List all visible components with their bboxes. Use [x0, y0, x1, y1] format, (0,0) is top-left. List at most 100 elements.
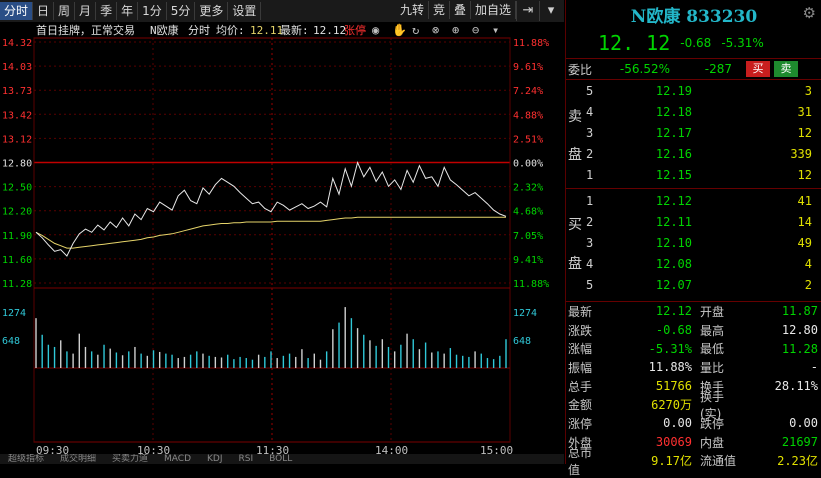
refresh-icon[interactable]: ↻ — [412, 23, 419, 37]
period-tab-week[interactable]: 周 — [54, 2, 76, 20]
volume-tick: 648 — [513, 336, 531, 347]
stat-value: 11.87 — [781, 304, 818, 319]
stat-label: 金额 — [568, 398, 593, 413]
settings-button[interactable]: 设置 — [228, 2, 262, 20]
ask-level: 1 — [586, 167, 594, 182]
stat-label: 总手 — [568, 379, 593, 394]
bid-volume: 2 — [804, 277, 812, 292]
stat-row: 涨停 0.00 跌停 0.00 — [566, 414, 821, 433]
percent-tick: 9.61% — [513, 62, 543, 73]
period-tab-year[interactable]: 年 — [117, 2, 139, 20]
add-watchlist-button[interactable]: 加自选 — [471, 1, 516, 19]
indicator-tab[interactable]: RSI — [231, 454, 262, 464]
sell-button[interactable]: 卖 — [774, 61, 798, 77]
book-divider — [566, 188, 821, 189]
chart-toolbar: 分时 日 周 月 季 年 1分 5分 更多 设置 九转 竞 叠 加自选 ⇥ ▾ — [0, 0, 564, 23]
order-ratio-row: 委比 -56.52% -287 买 卖 — [566, 58, 821, 80]
ask-level: 4 — [586, 104, 594, 119]
price-tick: 12.50 — [2, 183, 32, 194]
intraday-chart[interactable]: 14.32 14.03 13.73 13.42 13.12 12.80 12.50 12.20… — [0, 22, 564, 464]
indicator-tab[interactable]: 成交明细 — [52, 454, 104, 464]
stat-label: 开盘 — [700, 304, 725, 319]
percent-tick: 4.88% — [513, 110, 543, 121]
stat-row: 振幅 11.88% 量比 - — [566, 358, 821, 377]
stat-label: 量比 — [700, 360, 725, 375]
current-price: 12. 12 — [598, 31, 671, 55]
bid-row[interactable]: 4 12.08 4 — [566, 253, 821, 274]
hand-icon[interactable]: ✋ — [392, 23, 407, 37]
stat-row: 总市值 9.17亿 流通值 2.23亿 — [566, 446, 821, 477]
gear-icon[interactable]: ⚙ — [803, 4, 816, 22]
period-tab-quarter[interactable]: 季 — [96, 2, 118, 20]
stat-value: 0.00 — [663, 416, 692, 431]
volume-tick: 1274 — [2, 308, 26, 319]
overlay-button[interactable]: 叠 — [450, 1, 471, 19]
ask-price: 12.15 — [655, 167, 692, 182]
period-tab-month[interactable]: 月 — [75, 2, 97, 20]
dropdown-icon[interactable]: ▾ — [492, 23, 499, 37]
ask-level: 2 — [586, 146, 594, 161]
zoom-in-icon[interactable]: ⊕ — [452, 23, 459, 37]
price-summary: 12. 12 -0.68 -5.31% — [566, 30, 821, 56]
percent-tick: 2.51% — [513, 134, 543, 145]
ask-level: 3 — [586, 125, 594, 140]
stat-value: 2.23亿 — [777, 454, 818, 469]
close-icon[interactable]: ⊗ — [432, 23, 439, 37]
buy-button[interactable]: 买 — [746, 61, 770, 77]
order-ratio-value: -56.52% — [619, 62, 670, 76]
eye-icon[interactable]: ◉ — [372, 23, 379, 37]
bid-price: 12.11 — [655, 214, 692, 229]
more-button[interactable]: 更多 — [195, 2, 229, 20]
price-tick: 13.42 — [2, 110, 32, 121]
period-tab-intraday[interactable]: 分时 — [0, 2, 34, 20]
period-tab-5min[interactable]: 5分 — [167, 2, 196, 20]
ask-row[interactable]: 3 12.17 12 — [566, 122, 821, 143]
nine-turn-button[interactable]: 九转 — [396, 1, 429, 19]
indicator-tabs: 超级指标 成交明细 买卖力道 MACD KDJ RSI BOLL — [0, 454, 564, 464]
zoom-out-icon[interactable]: ⊖ — [472, 23, 479, 37]
stat-value: 12.12 — [655, 304, 692, 319]
price-change: -0.68 — [680, 36, 712, 50]
bid-level: 4 — [586, 256, 594, 271]
percent-tick: 2.32% — [513, 183, 543, 194]
bid-row[interactable]: 1 12.12 41 — [566, 190, 821, 211]
auction-button[interactable]: 竞 — [429, 1, 450, 19]
bid-row[interactable]: 3 12.10 49 — [566, 232, 821, 253]
period-tab-day[interactable]: 日 — [33, 2, 55, 20]
dropdown-icon[interactable]: ▾ — [539, 1, 562, 21]
indicator-tab[interactable]: BOLL — [261, 454, 300, 464]
quote-panel: N欧康 833230 ⚙ 12. 12 -0.68 -5.31% 委比 -56.… — [565, 0, 821, 477]
stock-title: N欧康 833230 — [630, 7, 758, 27]
stat-row: 涨幅 -5.31% 最低 11.28 — [566, 339, 821, 358]
ask-row[interactable]: 4 12.18 31 — [566, 101, 821, 122]
ask-row[interactable]: 5 12.19 3 — [566, 80, 821, 101]
stat-value: -0.68 — [655, 323, 692, 338]
stat-row: 金额 6270万 换手(实) — [566, 390, 821, 421]
stat-label: 涨跌 — [568, 323, 593, 338]
indicator-tab[interactable]: 超级指标 — [0, 454, 52, 464]
percent-tick: 4.68% — [513, 207, 543, 218]
bid-row[interactable]: 5 12.07 2 — [566, 274, 821, 295]
ask-row[interactable]: 1 12.15 12 — [566, 164, 821, 185]
bid-price: 12.10 — [655, 235, 692, 250]
collapse-panel-icon[interactable]: ⇥ — [516, 1, 539, 21]
ask-price: 12.18 — [655, 104, 692, 119]
stat-label: 最新 — [568, 304, 593, 319]
indicator-tab[interactable]: KDJ — [199, 454, 231, 464]
bid-row[interactable]: 2 12.11 14 — [566, 211, 821, 232]
price-tick: 12.20 — [2, 207, 32, 218]
price-tick: 14.32 — [2, 38, 32, 49]
bid-price: 12.12 — [655, 193, 692, 208]
stat-label: 振幅 — [568, 360, 593, 375]
indicator-tab[interactable]: MACD — [156, 454, 199, 464]
stat-value: 0.00 — [789, 416, 818, 431]
period-tab-1min[interactable]: 1分 — [138, 2, 167, 20]
price-tick: 14.03 — [2, 62, 32, 73]
stat-value: -5.31% — [648, 341, 692, 356]
ask-row[interactable]: 2 12.16 339 — [566, 143, 821, 164]
bid-volume: 41 — [797, 193, 812, 208]
indicator-tab[interactable]: 买卖力道 — [104, 454, 156, 464]
percent-tick: 11.88% — [513, 38, 549, 49]
percent-tick: 9.41% — [513, 255, 543, 266]
avg-price-value: 12.11 — [250, 24, 283, 37]
